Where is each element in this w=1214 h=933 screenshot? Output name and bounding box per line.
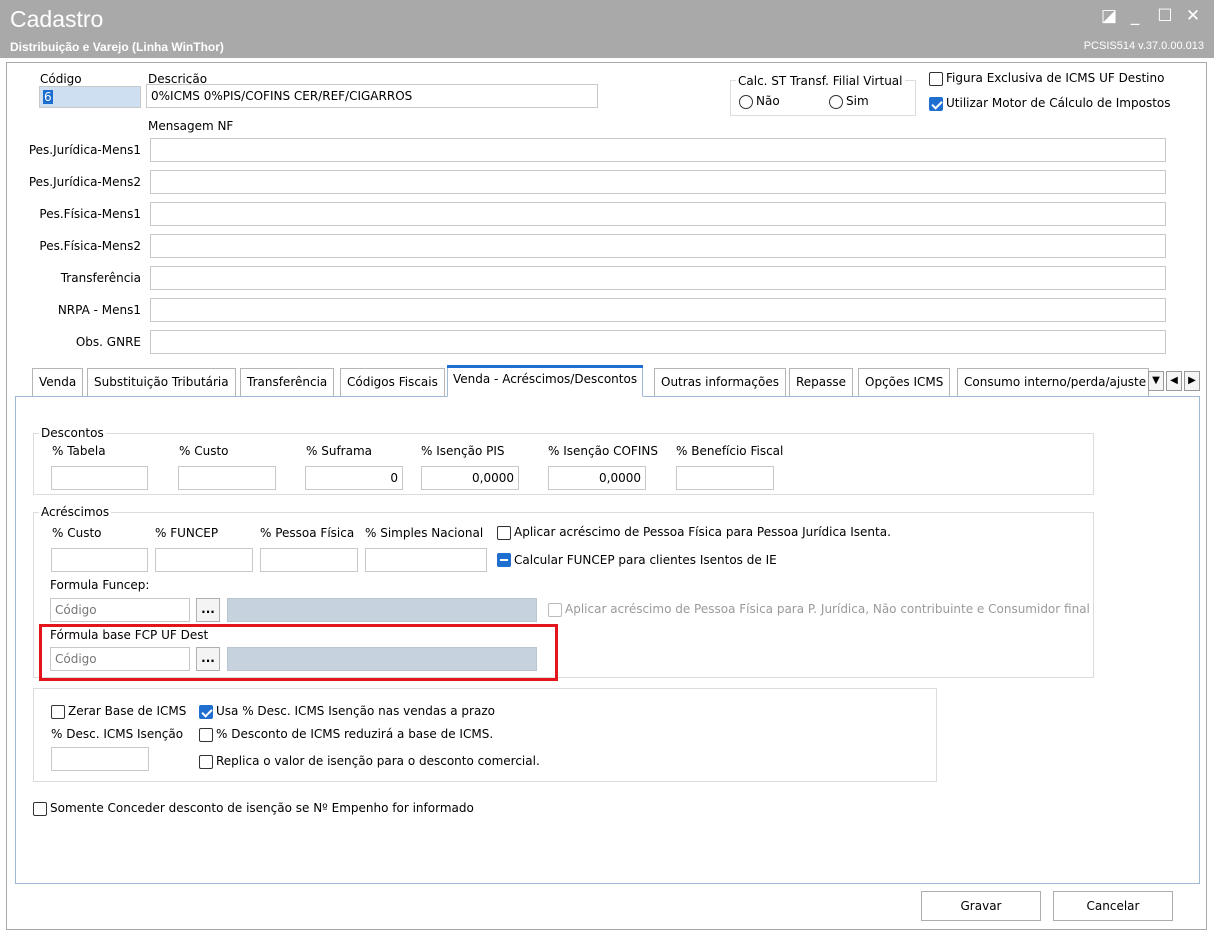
tab-opcoes-icms[interactable]: Opções ICMS	[858, 368, 951, 396]
aplicar-pf-pj-checkbox[interactable]	[497, 526, 511, 540]
window-subtitle: Distribuição e Varejo (Linha WinThor)	[10, 40, 224, 54]
tab-outras-informacoes[interactable]: Outras informações	[654, 368, 786, 396]
close-icon[interactable]: ✕	[1182, 6, 1204, 26]
desc-icms-isencao-input[interactable]	[51, 747, 149, 771]
usa-desc-checkbox[interactable]	[199, 705, 213, 719]
formula-fcp-lookup-button[interactable]: ...	[196, 647, 220, 671]
zerar-base-checkbox[interactable]	[51, 705, 65, 719]
calc-st-sim-radio[interactable]	[829, 95, 843, 109]
msg-transferencia-label: Transferência	[60, 271, 141, 285]
acr-simples-nacional-label: % Simples Nacional	[365, 526, 484, 540]
aplicar-nao-contrib-label: Aplicar acréscimo de Pessoa Física para …	[565, 602, 1090, 616]
desc-custo-label: % Custo	[179, 444, 229, 458]
acr-pessoa-fisica-label: % Pessoa Física	[260, 526, 355, 540]
desc-reduzira-checkbox[interactable]	[199, 728, 213, 742]
tab-codigos-fiscais[interactable]: Códigos Fiscais	[340, 368, 445, 396]
desc-tabela-input[interactable]	[51, 466, 148, 490]
desc-icms-isencao-label: % Desc. ICMS Isenção	[51, 727, 184, 741]
calc-st-label: Calc. ST Transf. Filial Virtual	[736, 74, 905, 88]
codigo-value: 6	[43, 90, 53, 104]
figura-exclusiva-label: Figura Exclusiva de ICMS UF Destino	[946, 71, 1165, 85]
desc-suframa-label: % Suframa	[306, 444, 372, 458]
tab-scroll-right-icon[interactable]: ▶	[1184, 371, 1200, 391]
usa-desc-label: Usa % Desc. ICMS Isenção nas vendas a pr…	[216, 704, 495, 718]
zerar-base-label: Zerar Base de ICMS	[68, 704, 187, 718]
formula-funcep-input[interactable]: Código	[50, 598, 190, 622]
msg-pf-mens1-label: Pes.Física-Mens1	[39, 207, 141, 221]
tab-repasse[interactable]: Repasse	[789, 368, 854, 396]
window-title: Cadastro	[10, 6, 104, 32]
msg-pf-mens2-label: Pes.Física-Mens2	[39, 239, 141, 253]
tab-substituicao-tributaria[interactable]: Substituição Tributária	[87, 368, 236, 396]
replica-label: Replica o valor de isenção para o descon…	[216, 754, 540, 768]
acr-pessoa-fisica-input[interactable]	[260, 548, 358, 572]
descricao-input[interactable]: 0%ICMS 0%PIS/COFINS CER/REF/CIGARROS	[146, 84, 598, 108]
desc-suframa-input[interactable]: 0	[305, 466, 403, 490]
restore-icon[interactable]: ◪	[1098, 6, 1120, 26]
formula-fcp-label: Fórmula base FCP UF Dest	[50, 628, 209, 642]
version-label: PCSIS514 v.37.0.00.013	[1083, 40, 1204, 52]
motor-calculo-checkbox[interactable]	[929, 97, 943, 111]
formula-fcp-description	[227, 647, 537, 671]
desc-isencao-pis-label: % Isenção PIS	[421, 444, 505, 458]
calcular-funcep-checkbox[interactable]	[497, 553, 511, 567]
calcular-funcep-label: Calcular FUNCEP para clientes Isentos de…	[514, 553, 777, 567]
tab-list-dropdown-icon[interactable]: ▼	[1148, 371, 1164, 391]
title-bar: Cadastro Distribuição e Varejo (Linha Wi…	[0, 0, 1214, 58]
minimize-icon[interactable]: _	[1124, 6, 1146, 26]
replica-checkbox[interactable]	[199, 755, 213, 769]
msg-nrpa-label: NRPA - Mens1	[57, 303, 141, 317]
acr-simples-nacional-input[interactable]	[365, 548, 487, 572]
msg-nrpa-input[interactable]	[150, 298, 1166, 322]
msg-pj-mens1-input[interactable]	[150, 138, 1166, 162]
desc-isencao-cofins-input[interactable]: 0,0000	[548, 466, 646, 490]
msg-gnre-label: Obs. GNRE	[75, 335, 141, 349]
acr-funcep-input[interactable]	[155, 548, 253, 572]
acr-funcep-label: % FUNCEP	[155, 526, 219, 540]
tab-transferencia[interactable]: Transferência	[240, 368, 335, 396]
formula-funcep-label: Formula Funcep:	[50, 578, 150, 592]
somente-conceder-checkbox[interactable]	[33, 802, 47, 816]
desc-reduzira-label: % Desconto de ICMS reduzirá a base de IC…	[216, 727, 494, 741]
calc-st-nao-label: Não	[756, 94, 780, 108]
msg-pf-mens2-input[interactable]	[150, 234, 1166, 258]
motor-calculo-label: Utilizar Motor de Cálculo de Impostos	[946, 96, 1171, 110]
msg-pj-mens2-input[interactable]	[150, 170, 1166, 194]
desc-isencao-pis-input[interactable]: 0,0000	[421, 466, 519, 490]
desc-beneficio-fiscal-label: % Benefício Fiscal	[676, 444, 784, 458]
tab-venda-acrescimos-descontos[interactable]: Venda - Acréscimos/Descontos	[447, 365, 644, 397]
formula-funcep-lookup-button[interactable]: ...	[196, 598, 220, 622]
msg-gnre-input[interactable]	[150, 330, 1166, 354]
msg-pj-mens2-label: Pes.Jurídica-Mens2	[28, 175, 141, 189]
acrescimos-title: Acréscimos	[39, 505, 112, 519]
codigo-input[interactable]: 6	[39, 86, 141, 108]
figura-exclusiva-checkbox[interactable]	[929, 72, 943, 86]
msg-pf-mens1-input[interactable]	[150, 202, 1166, 226]
desc-isencao-cofins-label: % Isenção COFINS	[548, 444, 658, 458]
aplicar-pf-pj-label: Aplicar acréscimo de Pessoa Física para …	[514, 525, 891, 539]
mensagem-nf-label: Mensagem NF	[148, 119, 234, 133]
somente-conceder-label: Somente Conceder desconto de isenção se …	[50, 801, 474, 815]
tab-scroll-left-icon[interactable]: ◀	[1166, 371, 1182, 391]
formula-funcep-description	[227, 598, 537, 622]
cancelar-button[interactable]: Cancelar	[1053, 891, 1173, 921]
acr-custo-label: % Custo	[52, 526, 102, 540]
msg-transferencia-input[interactable]	[150, 266, 1166, 290]
calc-st-nao-radio[interactable]	[739, 95, 753, 109]
aplicar-nao-contrib-checkbox[interactable]	[548, 603, 562, 617]
desc-beneficio-fiscal-input[interactable]	[676, 466, 774, 490]
formula-fcp-input[interactable]: Código	[50, 647, 190, 671]
msg-pj-mens1-label: Pes.Jurídica-Mens1	[28, 143, 141, 157]
desc-custo-input[interactable]	[178, 466, 276, 490]
maximize-icon[interactable]: ☐	[1154, 6, 1176, 26]
tab-venda[interactable]: Venda	[32, 368, 84, 396]
desc-tabela-label: % Tabela	[52, 444, 106, 458]
gravar-button[interactable]: Gravar	[921, 891, 1041, 921]
descontos-title: Descontos	[39, 426, 106, 440]
codigo-label: Código	[40, 72, 82, 86]
tab-consumo-interno[interactable]: Consumo interno/perda/ajuste	[957, 368, 1149, 396]
calc-st-sim-label: Sim	[846, 94, 869, 108]
acr-custo-input[interactable]	[51, 548, 148, 572]
